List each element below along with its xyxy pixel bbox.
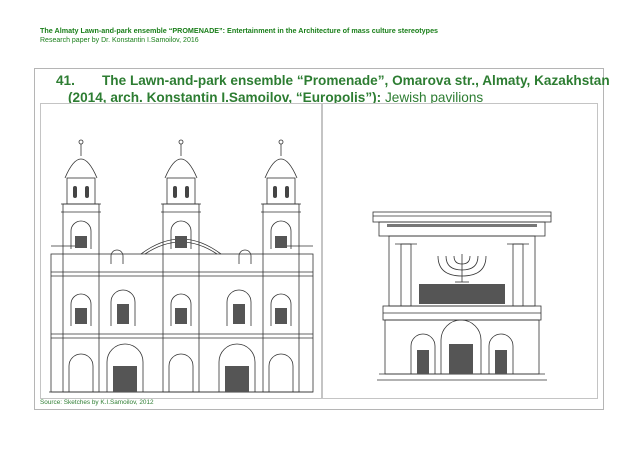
slide-number: 41. <box>56 73 75 88</box>
header-title: The Almaty Lawn-and-park ensemble “PROME… <box>40 26 439 35</box>
slide-title: 41. The Lawn-and-park ensemble “Promenade… <box>34 72 610 106</box>
facade-sketch-image <box>49 139 314 393</box>
document-header: The Almaty Lawn-and-park ensemble “PROME… <box>40 26 438 46</box>
header-subtitle: Research paper by Dr. Konstantin I.Samoi… <box>40 37 199 44</box>
sketch-panel-right <box>322 103 598 399</box>
slide-title-line-1: 41. The Lawn-and-park ensemble “Promenade… <box>34 72 610 89</box>
slide-title-text: The Lawn-and-park ensemble “Promenade”, … <box>102 73 610 88</box>
source-caption: Source: Sketches by K.I.Samoilov, 2012 <box>40 399 154 406</box>
pavilion-sketch-image <box>372 211 552 381</box>
sketch-panel-left <box>40 103 322 399</box>
